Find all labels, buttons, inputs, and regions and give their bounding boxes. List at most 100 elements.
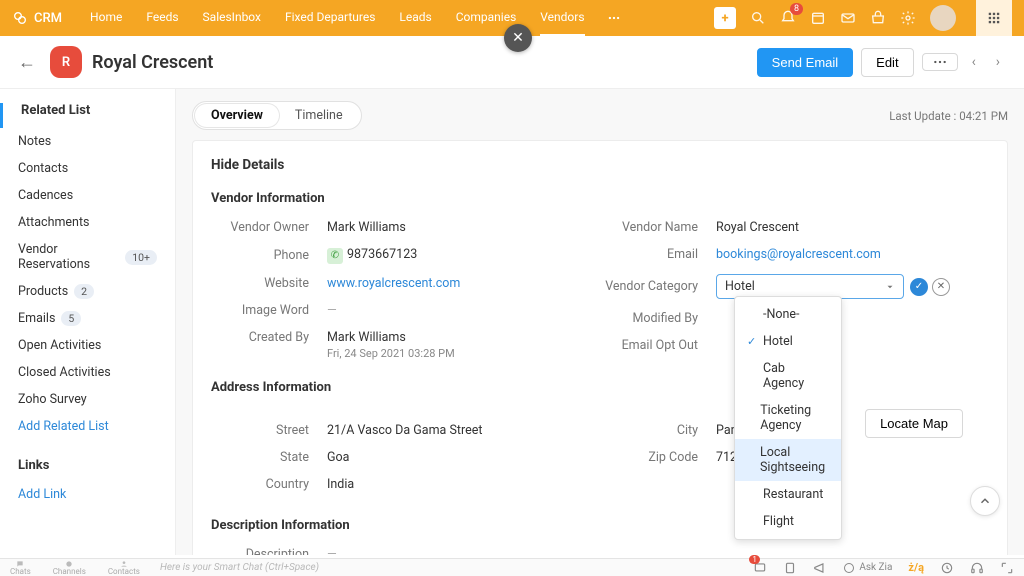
- next-record-icon[interactable]: ›: [990, 50, 1006, 74]
- label-created-by: Created By: [211, 330, 327, 345]
- smart-chat-hint: Here is your Smart Chat (Ctrl+Space): [160, 562, 319, 573]
- label-street: Street: [211, 423, 327, 438]
- add-related-list-link[interactable]: Add Related List: [0, 413, 175, 440]
- add-link[interactable]: Add Link: [0, 481, 175, 508]
- dd-option-ticketing[interactable]: Ticketing Agency: [735, 397, 841, 439]
- bb-expand-icon[interactable]: [1000, 561, 1014, 575]
- cancel-icon[interactable]: ✕: [932, 278, 950, 296]
- sidebar-item-emails[interactable]: Emails 5: [0, 305, 175, 332]
- mail-icon[interactable]: [840, 10, 856, 26]
- store-icon[interactable]: [870, 10, 886, 26]
- announce-count: 1: [749, 555, 760, 564]
- edit-button[interactable]: Edit: [861, 48, 913, 77]
- bb-clipboard-icon[interactable]: [783, 561, 797, 575]
- dd-option-flight[interactable]: Flight: [735, 508, 841, 535]
- nav-vendors[interactable]: Vendors: [540, 0, 584, 36]
- sidebar-item-vendor-reservations[interactable]: Vendor Reservations10+: [0, 236, 175, 278]
- label-email: Email: [600, 247, 716, 262]
- dd-option-none[interactable]: -None-: [735, 301, 841, 328]
- nav-salesinbox[interactable]: SalesInbox: [203, 0, 261, 36]
- value-website[interactable]: www.royalcrescent.com: [327, 276, 460, 291]
- body: Related List Notes Contacts Cadences Att…: [0, 89, 1024, 555]
- tabs-row: Overview Timeline Last Update : 04:21 PM: [192, 101, 1008, 130]
- bb-channels[interactable]: Channels: [53, 560, 86, 576]
- settings-icon[interactable]: [900, 10, 916, 26]
- bb-ask-zia[interactable]: Ask Zia: [843, 562, 892, 574]
- value-email[interactable]: bookings@royalcrescent.com: [716, 247, 881, 262]
- apps-launcher-icon[interactable]: [976, 0, 1012, 36]
- section-address-info: Address Information: [211, 380, 989, 395]
- profile-avatar[interactable]: [930, 5, 956, 31]
- dd-option-restaurant[interactable]: Restaurant: [735, 481, 841, 508]
- label-vendor-name: Vendor Name: [600, 220, 716, 235]
- sidebar-item-contacts[interactable]: Contacts: [0, 155, 175, 182]
- dd-option-hotel[interactable]: ✓Hotel: [735, 328, 841, 355]
- label-vendor-category: Vendor Category: [600, 279, 716, 294]
- sidebar-item-cadences[interactable]: Cadences: [0, 182, 175, 209]
- prev-record-icon[interactable]: ‹: [966, 50, 982, 74]
- vendor-category-dropdown: -None- ✓Hotel Cab Agency Ticketing Agenc…: [734, 296, 842, 540]
- sidebar-item-label: Notes: [18, 134, 51, 149]
- sidebar-item-closed-activities[interactable]: Closed Activities: [0, 359, 175, 386]
- label-website: Website: [211, 276, 327, 291]
- count-badge: 5: [61, 311, 81, 326]
- dd-label: -None-: [763, 307, 800, 322]
- dd-label: Ticketing Agency: [760, 403, 829, 433]
- section-vendor-info: Vendor Information: [211, 191, 989, 206]
- select-value: Hotel: [725, 279, 755, 294]
- links-section-title: Links: [0, 440, 175, 481]
- vendor-initial-badge: R: [50, 46, 82, 78]
- created-by-name: Mark Williams: [327, 330, 455, 345]
- sidebar-item-products[interactable]: Products2: [0, 278, 175, 305]
- scroll-top-button[interactable]: [970, 486, 1000, 516]
- bb-headset-icon[interactable]: [970, 561, 984, 575]
- nav-more-icon[interactable]: [607, 11, 621, 25]
- more-actions-button[interactable]: [922, 53, 958, 71]
- dd-option-cab[interactable]: Cab Agency: [735, 355, 841, 397]
- vendor-info-grid: Vendor OwnerMark Williams Phone✆98736671…: [211, 220, 989, 372]
- label-opt-out: Email Opt Out: [600, 338, 716, 353]
- dd-option-sightseeing[interactable]: Local Sightseeing: [735, 439, 841, 481]
- bb-label: Chats: [10, 568, 31, 576]
- chevron-down-icon: [885, 282, 895, 292]
- sidebar-item-label: Closed Activities: [18, 365, 111, 380]
- close-overlay-icon[interactable]: ✕: [504, 24, 532, 52]
- tab-timeline[interactable]: Timeline: [279, 104, 359, 127]
- dd-label: Flight: [763, 514, 794, 529]
- bb-clock-icon[interactable]: [940, 561, 954, 575]
- hide-details-toggle[interactable]: Hide Details: [211, 157, 989, 173]
- value-description: —: [327, 547, 337, 556]
- nav-leads[interactable]: Leads: [399, 0, 431, 36]
- search-icon[interactable]: [750, 10, 766, 26]
- bb-chats[interactable]: Chats: [10, 560, 31, 576]
- label-image-word: Image Word: [211, 303, 327, 318]
- tab-overview[interactable]: Overview: [195, 104, 279, 127]
- bb-announce[interactable]: 1: [753, 561, 767, 575]
- notifications-button[interactable]: 8: [780, 10, 796, 26]
- send-email-button[interactable]: Send Email: [757, 48, 853, 77]
- nav-fixed-departures[interactable]: Fixed Departures: [285, 0, 375, 36]
- tab-switch: Overview Timeline: [192, 101, 362, 130]
- dd-label: Local Sightseeing: [760, 445, 829, 475]
- sidebar-item-notes[interactable]: Notes: [0, 128, 175, 155]
- value-image-word: —: [327, 303, 337, 318]
- sidebar-item-attachments[interactable]: Attachments: [0, 209, 175, 236]
- sidebar-item-label: Zoho Survey: [18, 392, 87, 407]
- value-street: 21/A Vasco Da Gama Street: [327, 423, 482, 438]
- back-arrow-icon[interactable]: ←: [18, 52, 36, 73]
- nav-home[interactable]: Home: [90, 0, 122, 36]
- phone-icon[interactable]: ✆: [327, 248, 343, 264]
- nav-feeds[interactable]: Feeds: [146, 0, 178, 36]
- sidebar-item-zoho-survey[interactable]: Zoho Survey: [0, 386, 175, 413]
- bb-za-icon[interactable]: ż/ą: [908, 561, 924, 574]
- brand-logo-icon: [12, 10, 28, 26]
- confirm-icon[interactable]: ✓: [910, 278, 928, 296]
- dd-label: Cab Agency: [763, 361, 829, 391]
- bb-contacts[interactable]: Contacts: [108, 560, 140, 576]
- bb-megaphone-icon[interactable]: [813, 561, 827, 575]
- sidebar-item-open-activities[interactable]: Open Activities: [0, 332, 175, 359]
- create-new-icon[interactable]: +: [714, 7, 736, 29]
- locate-map-button[interactable]: Locate Map: [865, 409, 963, 438]
- calendar-icon[interactable]: [810, 10, 826, 26]
- sidebar-item-label: Emails: [18, 311, 55, 326]
